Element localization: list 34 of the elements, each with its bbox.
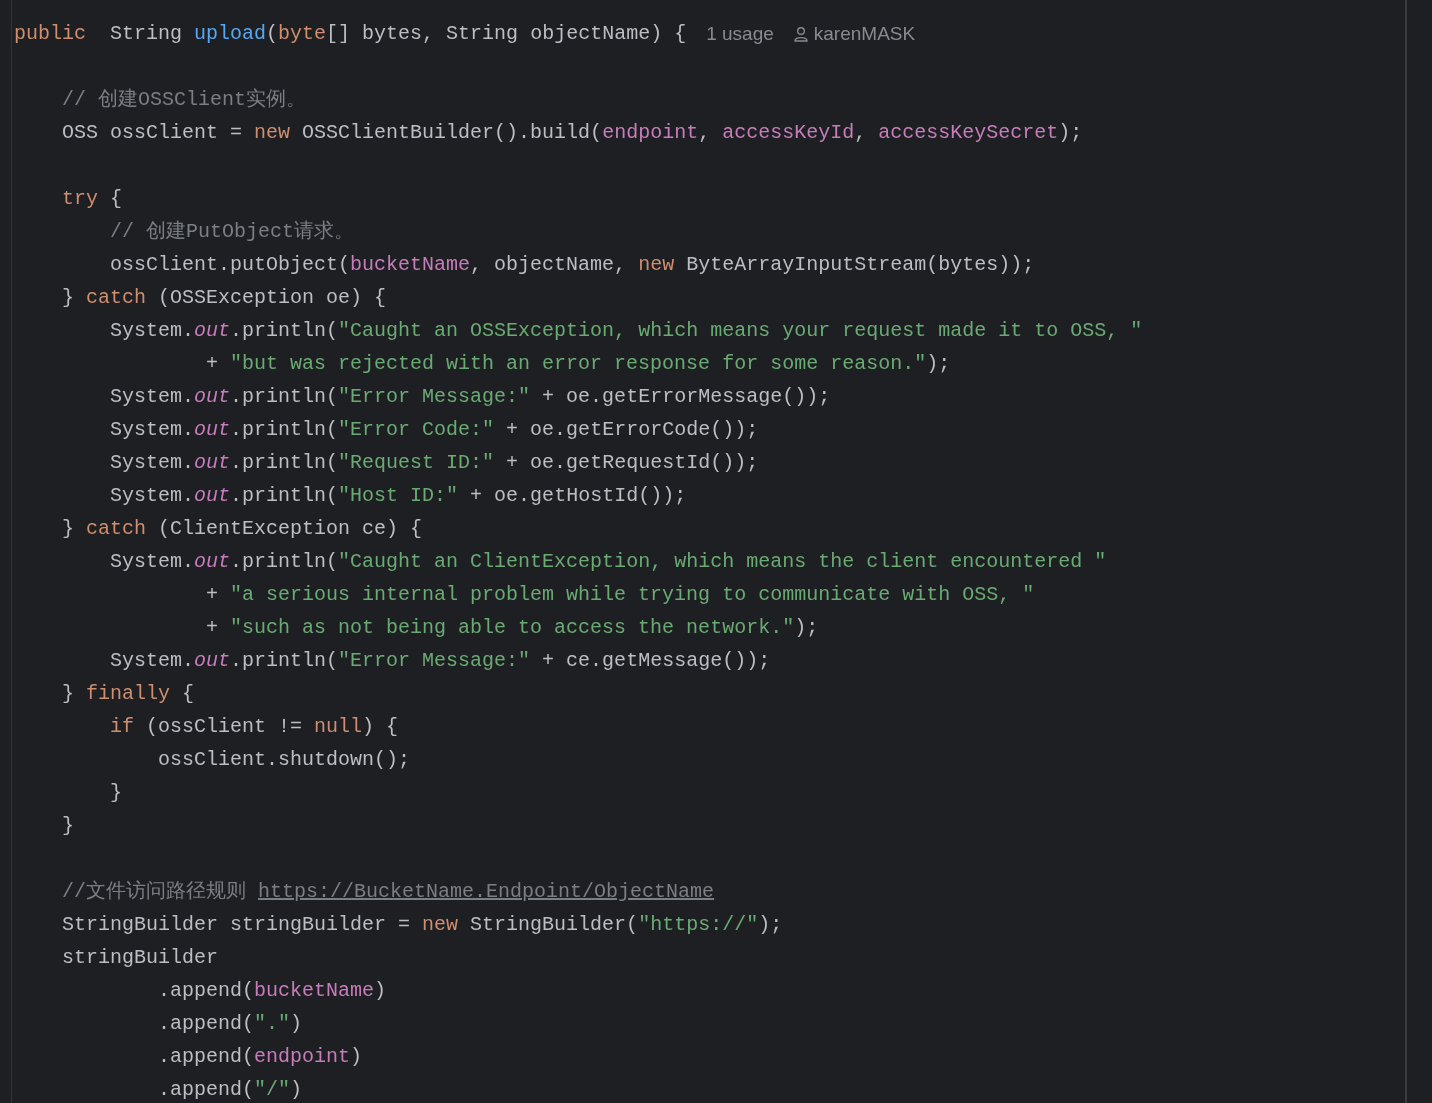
code-line: System.out.println("Caught an ClientException, which means the client encountered "	[109, 549, 1107, 575]
code-line: // 创建OSSClient实例。	[61, 87, 307, 113]
code-line: + "a serious internal problem while trying to communicate with OSS, "	[205, 582, 1035, 608]
code-line: System.out.println("Request ID:" + oe.getRequestId());	[109, 450, 759, 476]
code-line: .append(".")	[157, 1011, 303, 1037]
code-line: .append(bucketName)	[157, 978, 387, 1004]
author-hint[interactable]: karenMASK	[813, 17, 916, 50]
code-line: ossClient.shutdown();	[157, 747, 411, 773]
code-line: System.out.println("Error Code:" + oe.getErrorCode());	[109, 417, 759, 443]
code-line: // 创建PutObject请求。	[109, 219, 355, 245]
code-line: System.out.println("Host ID:" + oe.getHostId());	[109, 483, 687, 509]
code-line: ossClient.putObject(bucketName, objectName, new ByteArrayInputStream(bytes));	[109, 252, 1035, 278]
code-line: stringBuilder	[61, 945, 219, 971]
code-line: OSS ossClient = new OSSClientBuilder().build(endpoint, accessKeyId, accessKeySecret);	[61, 120, 1083, 146]
code-line: } catch (ClientException ce) {	[61, 516, 423, 542]
person-icon	[793, 25, 808, 42]
code-line: StringBuilder stringBuilder = new StringBuilder("https://");	[61, 912, 783, 938]
code-line: .append(endpoint)	[157, 1044, 363, 1070]
code-line: System.out.println("Error Message:" + oe.getErrorMessage());	[109, 384, 831, 410]
code-line: }	[109, 780, 123, 806]
code-line: } finally {	[61, 681, 195, 707]
code-line: try {	[61, 186, 123, 212]
code-line: if (ossClient != null) {	[109, 714, 399, 740]
code-line: }	[61, 813, 74, 839]
usage-hint[interactable]: 1 usage	[706, 17, 774, 50]
code-line: } catch (OSSException oe) {	[61, 285, 387, 311]
comment-link[interactable]: https://BucketName.Endpoint/ObjectName	[258, 875, 715, 908]
code-line: + "but was rejected with an error response for some reason.");	[205, 351, 951, 377]
code-text: //文件访问路径规则	[61, 879, 247, 905]
code-line: System.out.println("Caught an OSSException, which means your request made it to OSS, "	[109, 318, 1143, 344]
code-line: .append("/")	[157, 1077, 303, 1103]
code-line: public String upload(byte[] bytes, String objectName) {	[14, 21, 687, 47]
code-line: System.out.println("Error Message:" + ce.getMessage());	[109, 648, 771, 674]
code-line: + "such as not being able to access the network.");	[205, 615, 819, 641]
